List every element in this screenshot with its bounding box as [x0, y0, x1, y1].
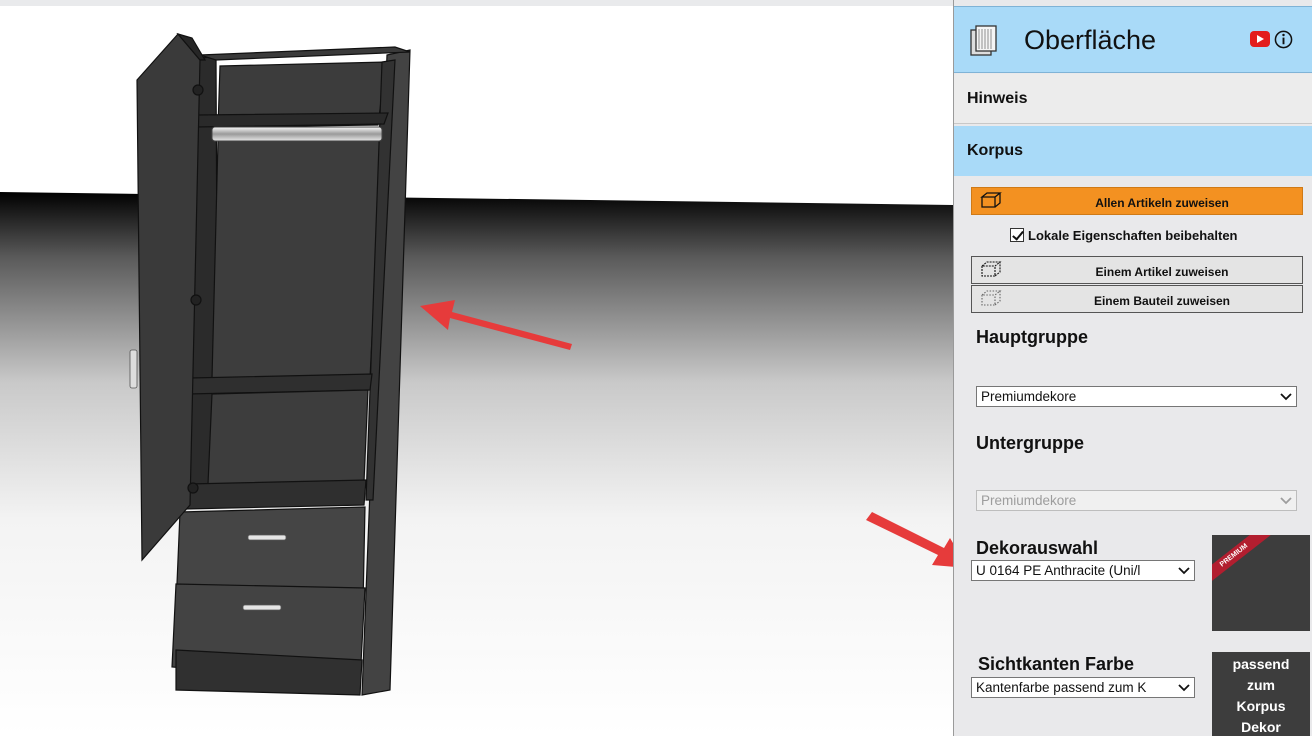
- edge-tile-line: Korpus: [1236, 698, 1286, 714]
- decor-select[interactable]: U 0164 PE Anthracite (Uni/l: [971, 560, 1195, 581]
- edge-color-value: Kantenfarbe passend zum K: [976, 680, 1147, 695]
- checkbox-checked-icon[interactable]: [1010, 228, 1024, 242]
- assign-all-articles-button[interactable]: Allen Artikeln zuweisen: [971, 187, 1303, 215]
- edge-color-tile[interactable]: passend zum Korpus Dekor: [1212, 652, 1310, 736]
- surface-texture-icon: [970, 25, 997, 56]
- decor-label: Dekorauswahl: [976, 538, 1099, 558]
- assign-all-label: Allen Artikeln zuweisen: [1095, 196, 1229, 210]
- edge-tile-line: passend: [1232, 656, 1290, 672]
- decor-value: U 0164 PE Anthracite (Uni/l: [976, 563, 1141, 578]
- assign-article-label: Einem Artikel zuweisen: [1095, 265, 1229, 279]
- section-korpus[interactable]: Korpus: [954, 126, 1312, 176]
- sub-group-label: Untergruppe: [976, 433, 1084, 453]
- surface-panel: Oberfläche Hinweis Korpus Allen Artikeln…: [953, 0, 1312, 736]
- 3d-viewport[interactable]: [0, 0, 953, 736]
- keep-local-label: Lokale Eigenschaften beibehalten: [1028, 228, 1238, 243]
- assign-part-label: Einem Bauteil zuweisen: [1093, 294, 1231, 308]
- chevron-down-icon: [1280, 393, 1292, 401]
- panel-title: Oberfläche: [1024, 25, 1157, 55]
- assign-article-button[interactable]: Einem Artikel zuweisen: [971, 256, 1303, 284]
- main-group-label: Hauptgruppe: [976, 327, 1088, 347]
- premium-badge: PREMIUM: [1212, 535, 1273, 588]
- sub-group-select: Premiumdekore: [976, 490, 1297, 511]
- panel-header: Oberfläche: [954, 6, 1312, 73]
- edge-color-label: Sichtkanten Farbe: [978, 654, 1135, 674]
- chevron-down-icon: [1178, 684, 1190, 692]
- assign-part-button[interactable]: Einem Bauteil zuweisen: [971, 285, 1303, 313]
- sub-group-value: Premiumdekore: [981, 493, 1077, 508]
- youtube-icon[interactable]: [1250, 31, 1270, 47]
- chevron-down-icon: [1280, 497, 1292, 505]
- chevron-down-icon: [1178, 567, 1190, 575]
- main-group-select[interactable]: Premiumdekore: [976, 386, 1297, 407]
- decor-swatch[interactable]: PREMIUM: [1212, 535, 1310, 631]
- edge-tile-line: Dekor: [1241, 719, 1281, 735]
- info-icon[interactable]: [1274, 30, 1293, 49]
- wardrobe-scene: [0, 0, 953, 736]
- main-group-value: Premiumdekore: [981, 389, 1077, 404]
- section-hinweis[interactable]: Hinweis: [954, 74, 1312, 124]
- keep-local-properties-checkbox[interactable]: Lokale Eigenschaften beibehalten: [1010, 228, 1238, 243]
- wardrobe-cabinet: [171, 46, 411, 696]
- edge-tile-line: zum: [1247, 677, 1275, 693]
- edge-color-select[interactable]: Kantenfarbe passend zum K: [971, 677, 1195, 698]
